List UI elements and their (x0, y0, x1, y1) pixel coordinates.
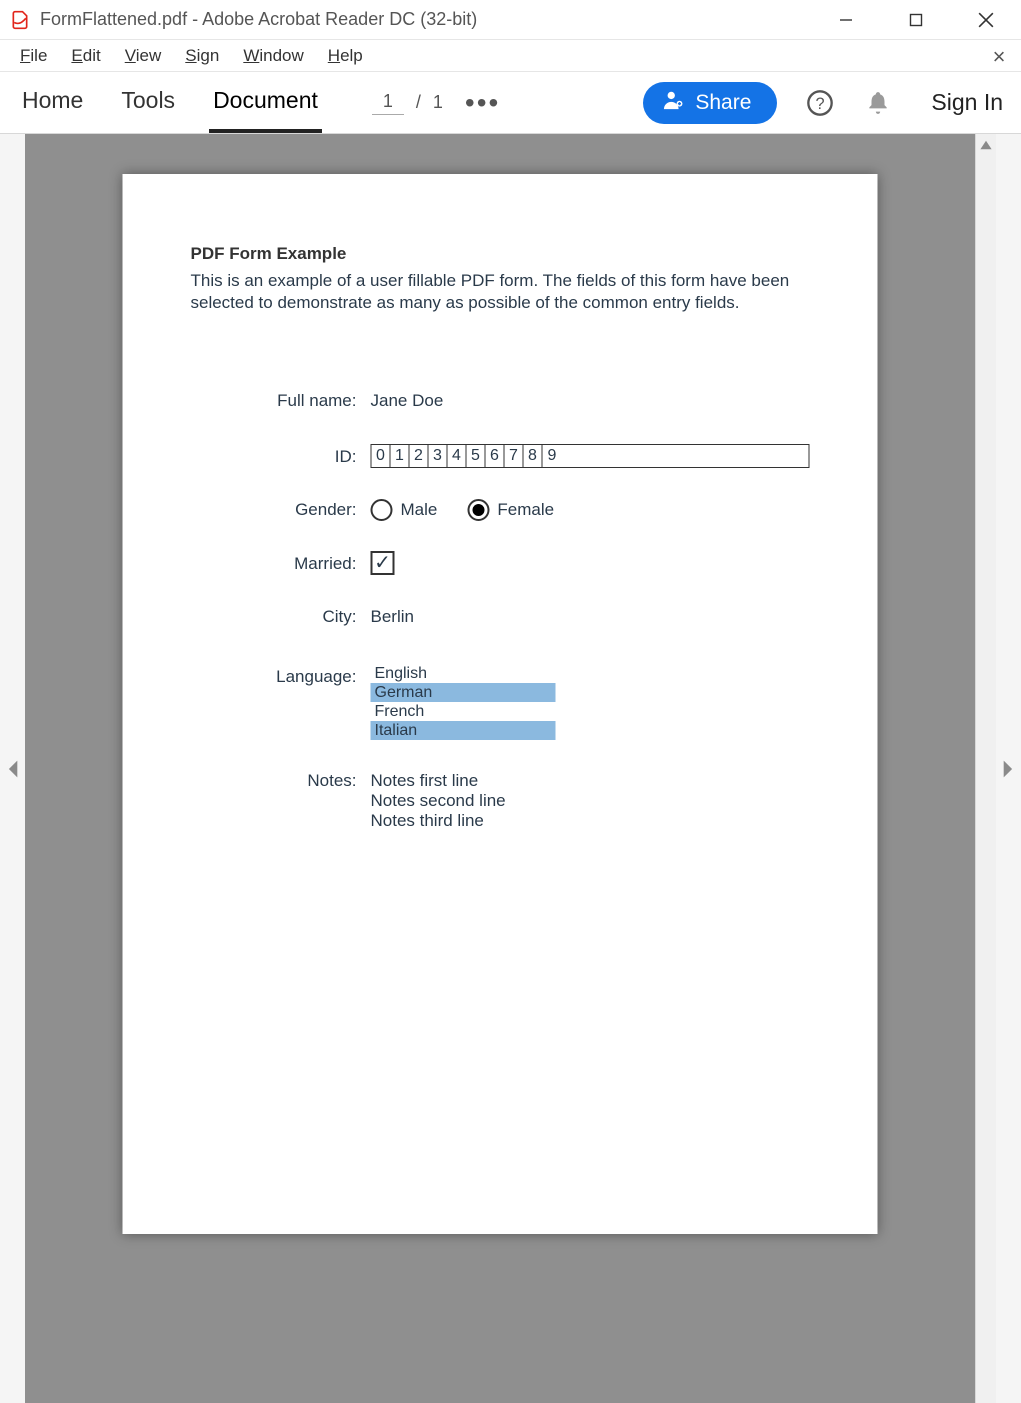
document-area: PDF Form Example This is an example of a… (0, 134, 1021, 1403)
radio-checked-icon (467, 499, 489, 521)
help-button[interactable]: ? (805, 88, 835, 118)
gender-male-label: Male (401, 497, 438, 523)
field-married: Married: ✓ (191, 551, 810, 577)
language-option-selected: Italian (371, 721, 556, 740)
id-digit: 5 (467, 445, 486, 467)
field-city: City: Berlin (191, 604, 810, 630)
sign-in-button[interactable]: Sign In (931, 89, 1003, 116)
share-button[interactable]: Share (643, 82, 777, 124)
language-option: French (371, 702, 556, 721)
id-digit: 7 (505, 445, 524, 467)
menu-file[interactable]: File (8, 46, 59, 66)
acrobat-icon (10, 10, 30, 30)
city-value: Berlin (371, 604, 810, 630)
window-minimize-button[interactable] (811, 0, 881, 40)
language-list: English German French Italian (371, 664, 556, 740)
language-option-selected: German (371, 683, 556, 702)
id-digit: 0 (372, 445, 391, 467)
window-maximize-button[interactable] (881, 0, 951, 40)
id-label: ID: (191, 444, 371, 470)
page-indicator: 1 / 1 (372, 91, 443, 115)
id-digit: 9 (543, 445, 562, 467)
notes-label: Notes: (191, 768, 371, 794)
toolbar-right: ? Sign In (805, 88, 1003, 118)
form-heading: PDF Form Example (191, 244, 810, 264)
field-language: Language: English German French Italian (191, 664, 810, 740)
toolbar: Home Tools Document 1 / 1 ••• Share ? Si… (0, 72, 1021, 134)
title-bar: FormFlattened.pdf - Adobe Acrobat Reader… (0, 0, 1021, 40)
share-person-icon (663, 89, 685, 117)
left-panel-toggle[interactable] (0, 134, 25, 1403)
id-digit: 1 (391, 445, 410, 467)
field-gender: Gender: Male Female (191, 497, 810, 523)
page-separator: / (416, 92, 421, 113)
notifications-button[interactable] (863, 88, 893, 118)
tab-home[interactable]: Home (18, 73, 87, 132)
document-close-button[interactable]: × (987, 44, 1011, 70)
notes-line: Notes second line (371, 788, 810, 808)
more-options-button[interactable]: ••• (465, 87, 500, 119)
notes-line: Notes third line (371, 808, 810, 828)
pdf-page: PDF Form Example This is an example of a… (123, 174, 878, 1234)
svg-text:?: ? (816, 94, 825, 112)
tab-tools[interactable]: Tools (117, 73, 179, 132)
menu-sign[interactable]: Sign (173, 46, 231, 66)
notes-value: Notes first line Notes second line Notes… (371, 768, 810, 828)
gender-female-label: Female (497, 497, 554, 523)
document-viewport[interactable]: PDF Form Example This is an example of a… (25, 134, 975, 1403)
field-full-name: Full name: Jane Doe (191, 388, 810, 414)
field-id: ID: 0 1 2 3 4 5 6 7 8 9 (191, 444, 810, 470)
menu-bar: File Edit View Sign Window Help × (0, 40, 1021, 72)
id-digit: 6 (486, 445, 505, 467)
menu-window[interactable]: Window (231, 46, 315, 66)
window-close-button[interactable] (951, 0, 1021, 40)
page-total: 1 (433, 92, 443, 113)
language-option: English (371, 664, 556, 683)
gender-option-male: Male (371, 497, 438, 523)
language-label: Language: (191, 664, 371, 690)
id-digit: 2 (410, 445, 429, 467)
menu-edit[interactable]: Edit (59, 46, 112, 66)
vertical-scrollbar[interactable] (975, 134, 996, 1403)
form-description: This is an example of a user fillable PD… (191, 270, 810, 314)
full-name-value: Jane Doe (371, 388, 810, 414)
right-panel-toggle[interactable] (996, 134, 1021, 1403)
window-title: FormFlattened.pdf - Adobe Acrobat Reader… (40, 9, 477, 30)
radio-unchecked-icon (371, 499, 393, 521)
full-name-label: Full name: (191, 388, 371, 414)
married-checkbox-checked-icon: ✓ (371, 551, 395, 575)
form-fields: Full name: Jane Doe ID: 0 1 2 3 4 5 6 (191, 388, 810, 828)
notes-line: Notes first line (371, 768, 810, 788)
city-label: City: (191, 604, 371, 630)
page-current-input[interactable]: 1 (372, 91, 404, 115)
tab-document[interactable]: Document (209, 73, 322, 132)
id-digit: 8 (524, 445, 543, 467)
menu-help[interactable]: Help (316, 46, 375, 66)
share-label: Share (695, 91, 751, 115)
field-notes: Notes: Notes first line Notes second lin… (191, 768, 810, 828)
menu-view[interactable]: View (113, 46, 174, 66)
married-label: Married: (191, 551, 371, 577)
id-digit-boxes: 0 1 2 3 4 5 6 7 8 9 (371, 444, 810, 468)
gender-label: Gender: (191, 497, 371, 523)
scroll-up-arrow-icon[interactable] (979, 138, 993, 152)
gender-option-female: Female (467, 497, 554, 523)
toolbar-tabs: Home Tools Document (18, 73, 322, 132)
id-digit: 3 (429, 445, 448, 467)
id-digit: 4 (448, 445, 467, 467)
